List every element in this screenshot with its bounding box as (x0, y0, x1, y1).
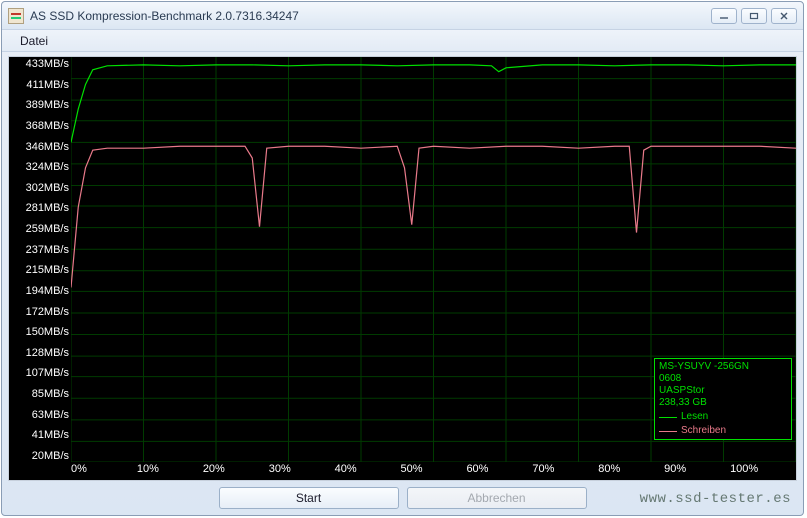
y-tick: 411MB/s (11, 80, 69, 91)
window-controls (711, 8, 797, 24)
x-tick: 0% (71, 462, 137, 480)
minimize-button[interactable] (711, 8, 737, 24)
y-tick: 324MB/s (11, 162, 69, 173)
y-tick: 172MB/s (11, 307, 69, 318)
cancel-button: Abbrechen (407, 487, 587, 509)
y-tick: 281MB/s (11, 203, 69, 214)
y-tick: 41MB/s (11, 430, 69, 441)
x-axis: 0%10%20%30%40%50%60%70%80%90%100% (71, 462, 796, 480)
maximize-button[interactable] (741, 8, 767, 24)
legend-write-row: Schreiben (659, 425, 787, 437)
menubar: Datei (2, 30, 803, 52)
legend-write-swatch (659, 431, 677, 432)
x-tick: 60% (466, 462, 532, 480)
x-tick: 10% (137, 462, 203, 480)
y-tick: 389MB/s (11, 100, 69, 111)
x-tick: 20% (203, 462, 269, 480)
chart-plot: MS-YSUYV -256GN 0608 UASPStor 238,33 GB … (71, 57, 796, 462)
legend-size: 238,33 GB (659, 397, 787, 409)
y-tick: 63MB/s (11, 410, 69, 421)
x-tick: 40% (335, 462, 401, 480)
x-tick: 80% (598, 462, 664, 480)
y-tick: 107MB/s (11, 368, 69, 379)
titlebar[interactable]: AS SSD Kompression-Benchmark 2.0.7316.34… (2, 2, 803, 30)
client-area: 433MB/s 411MB/s 389MB/s 368MB/s 346MB/s 324MB… (8, 56, 797, 481)
chart-area: 433MB/s 411MB/s 389MB/s 368MB/s 346MB/s 324MB… (9, 57, 796, 480)
y-tick: 259MB/s (11, 224, 69, 235)
app-window: AS SSD Kompression-Benchmark 2.0.7316.34… (1, 1, 804, 516)
start-button[interactable]: Start (219, 487, 399, 509)
x-tick: 90% (664, 462, 730, 480)
y-tick: 20MB/s (11, 451, 69, 462)
y-tick: 368MB/s (11, 121, 69, 132)
y-tick: 237MB/s (11, 245, 69, 256)
y-tick: 194MB/s (11, 286, 69, 297)
legend-read-label: Lesen (681, 411, 708, 423)
legend-read-swatch (659, 417, 677, 418)
legend-device: MS-YSUYV -256GN (659, 361, 787, 373)
window-title: AS SSD Kompression-Benchmark 2.0.7316.34… (30, 9, 299, 23)
close-button[interactable] (771, 8, 797, 24)
legend-firmware: 0608 (659, 373, 787, 385)
y-tick: 302MB/s (11, 183, 69, 194)
y-tick: 215MB/s (11, 265, 69, 276)
x-tick: 100% (730, 462, 796, 480)
button-row: Start Abbrechen (8, 485, 797, 511)
y-tick: 150MB/s (11, 327, 69, 338)
x-tick: 70% (532, 462, 598, 480)
y-tick: 433MB/s (11, 59, 69, 70)
y-tick: 85MB/s (11, 389, 69, 400)
y-tick: 128MB/s (11, 348, 69, 359)
legend-driver: UASPStor (659, 385, 787, 397)
x-tick: 50% (401, 462, 467, 480)
y-axis: 433MB/s 411MB/s 389MB/s 368MB/s 346MB/s 324MB… (9, 57, 71, 462)
x-tick: 30% (269, 462, 335, 480)
y-tick: 346MB/s (11, 142, 69, 153)
app-icon (8, 8, 24, 24)
legend-write-label: Schreiben (681, 425, 726, 437)
legend-read-row: Lesen (659, 411, 787, 423)
menu-datei[interactable]: Datei (12, 32, 56, 50)
legend-box: MS-YSUYV -256GN 0608 UASPStor 238,33 GB … (654, 358, 792, 440)
